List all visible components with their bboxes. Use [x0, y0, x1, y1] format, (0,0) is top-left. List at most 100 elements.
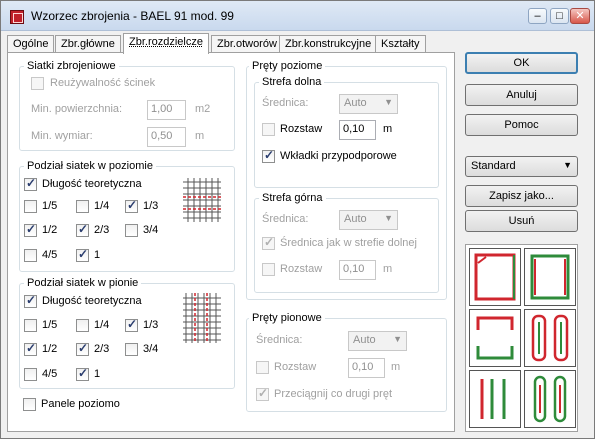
pion-rozstaw-label: Rozstaw — [274, 361, 317, 373]
panele-label: Panele poziomo — [41, 398, 120, 410]
dolna-srednica-select[interactable]: Auto ▼ — [339, 94, 398, 114]
min-dim-unit: m — [195, 130, 205, 142]
tab-zbr-glowne[interactable]: Zbr.główne — [55, 35, 121, 53]
tab-ogolne[interactable]: Ogólne — [7, 35, 55, 53]
stirrup-shape-2-icon — [530, 254, 570, 300]
gorna-rozstaw-unit: m — [383, 263, 393, 275]
gorna-rozstaw-input[interactable]: 0,10 — [339, 260, 376, 280]
pion-1-4-checkbox[interactable] — [76, 319, 89, 332]
wkladki-checkbox[interactable] — [262, 148, 275, 163]
maximize-button[interactable]: □ — [550, 8, 569, 24]
gorna-jak-label: Średnica jak w strefie dolnej — [280, 237, 417, 249]
przeciagnij-checkbox[interactable] — [256, 386, 269, 401]
dolna-rozstaw-input[interactable]: 0,10 — [339, 120, 376, 140]
min-area-input[interactable]: 1,00 — [147, 100, 186, 120]
pion-1-checkbox[interactable] — [76, 366, 89, 381]
pion-srednica-select[interactable]: Auto ▼ — [348, 331, 407, 351]
gorna-srednica-label: Średnica: — [262, 213, 309, 225]
gorna-rozstaw-label: Rozstaw — [280, 263, 323, 275]
group-siatki: Siatki zbrojeniowe Reużywalność ścinek M… — [19, 60, 235, 151]
pion-4-5-label: 4/5 — [42, 368, 58, 380]
group-prety-poziome: Pręty poziome Strefa dolna Średnica: Aut… — [246, 60, 447, 300]
poziom-4-5-label: 4/5 — [42, 249, 58, 261]
standard-dropdown[interactable]: Standard ▼ — [465, 156, 578, 177]
dolna-rozstaw-unit: m — [383, 123, 393, 135]
pion-1-5-checkbox[interactable] — [24, 319, 37, 332]
poziom-dlugosc-label: Długość teoretyczna — [42, 178, 142, 190]
poziom-1-checkbox[interactable] — [76, 247, 89, 262]
horizontal-split-grid-icon — [183, 178, 221, 222]
tab-zbr-otworow[interactable]: Zbr.otworów — [211, 35, 283, 53]
strefa-gorna-title: Strefa górna — [259, 192, 326, 204]
poziom-3-4-label: 3/4 — [143, 224, 159, 236]
pion-1-label: 1 — [94, 368, 101, 380]
pion-4-5-checkbox[interactable] — [24, 368, 37, 381]
poziom-1-4-label: 1/4 — [94, 200, 110, 212]
stirrup-shape-5-icon — [480, 379, 506, 419]
gorna-srednica-value: Auto — [344, 213, 367, 225]
close-button[interactable]: ✕ — [570, 8, 590, 24]
standard-value: Standard — [471, 160, 516, 172]
gorna-srednica-select[interactable]: Auto ▼ — [339, 210, 398, 230]
dolna-srednica-label: Średnica: — [262, 97, 309, 109]
dolna-rozstaw-label: Rozstaw — [280, 123, 323, 135]
pion-1-3-label: 1/3 — [143, 319, 159, 331]
chevron-down-icon: ▼ — [384, 97, 393, 107]
pion-1-2-label: 1/2 — [42, 343, 58, 355]
chevron-down-icon: ▼ — [393, 334, 402, 344]
poziom-1-2-checkbox[interactable] — [24, 222, 37, 237]
cancel-button[interactable]: Anuluj — [465, 84, 578, 106]
group-poziom: Podział siatek w poziomie Długość teoret… — [19, 160, 235, 272]
shape-thumb-4[interactable] — [524, 309, 576, 367]
tab-zbr-rozdzielcze[interactable]: Zbr.rozdzielcze — [123, 33, 209, 54]
poziom-1-4-checkbox[interactable] — [76, 200, 89, 213]
poziom-2-3-label: 2/3 — [94, 224, 110, 236]
poziom-1-3-checkbox[interactable] — [125, 198, 138, 213]
vertical-split-grid-icon — [183, 293, 221, 343]
poziom-2-3-checkbox[interactable] — [76, 222, 89, 237]
shape-thumb-2[interactable] — [524, 248, 576, 306]
min-area-unit: m2 — [195, 103, 211, 115]
save-as-button[interactable]: Zapisz jako... — [465, 185, 578, 207]
min-dim-input[interactable]: 0,50 — [147, 127, 186, 147]
tab-ksztalty[interactable]: Kształty — [375, 35, 426, 53]
tab-zbr-konstrukcyjne[interactable]: Zbr.konstrukcyjne — [279, 35, 378, 53]
minimize-button[interactable]: – — [528, 8, 547, 24]
dolna-rozstaw-checkbox[interactable] — [262, 123, 275, 136]
poziom-dlugosc-checkbox[interactable] — [24, 176, 37, 191]
poziom-4-5-checkbox[interactable] — [24, 249, 37, 262]
group-pion: Podział siatek w pionie Długość teoretyc… — [19, 277, 235, 389]
prety-pionowe-title: Pręty pionowe — [249, 312, 325, 324]
poziom-3-4-checkbox[interactable] — [125, 224, 138, 237]
pion-rozstaw-checkbox[interactable] — [256, 361, 269, 374]
group-strefa-dolna: Strefa dolna Średnica: Auto ▼ Rozstaw 0,1… — [254, 76, 439, 188]
poziom-1-5-checkbox[interactable] — [24, 200, 37, 213]
group-strefa-gorna: Strefa górna Średnica: Auto ▼ Średnica ja… — [254, 192, 439, 293]
group-siatki-title: Siatki zbrojeniowe — [24, 60, 119, 72]
panele-checkbox[interactable] — [23, 398, 36, 411]
window-title: Wzorzec zbrojenia - BAEL 91 mod. 99 — [31, 9, 234, 23]
tab-page: Siatki zbrojeniowe Reużywalność ścinek M… — [7, 52, 455, 432]
pion-1-3-checkbox[interactable] — [125, 317, 138, 332]
pion-3-4-checkbox[interactable] — [125, 343, 138, 356]
shape-thumb-6[interactable] — [524, 370, 576, 428]
pion-rozstaw-input[interactable]: 0,10 — [348, 358, 385, 378]
pion-1-4-label: 1/4 — [94, 319, 110, 331]
wkladki-label: Wkładki przypodporowe — [280, 150, 397, 162]
reuse-checkbox[interactable] — [31, 77, 44, 90]
pion-1-2-checkbox[interactable] — [24, 341, 37, 356]
pion-dlugosc-label: Długość teoretyczna — [42, 295, 142, 307]
chevron-down-icon: ▼ — [563, 160, 572, 170]
delete-button[interactable]: Usuń — [465, 210, 578, 232]
gorna-rozstaw-checkbox[interactable] — [262, 263, 275, 276]
group-prety-poziome-title: Pręty poziome — [249, 60, 326, 72]
pion-dlugosc-checkbox[interactable] — [24, 293, 37, 308]
help-button[interactable]: Pomoc — [465, 114, 578, 136]
shape-thumb-1[interactable] — [469, 248, 521, 306]
shape-thumb-3[interactable] — [469, 309, 521, 367]
shape-thumb-5[interactable] — [469, 370, 521, 428]
ok-button[interactable]: OK — [465, 52, 578, 74]
gorna-jak-checkbox[interactable] — [262, 235, 275, 250]
pion-2-3-checkbox[interactable] — [76, 341, 89, 356]
group-pion-title: Podział siatek w pionie — [24, 277, 142, 289]
